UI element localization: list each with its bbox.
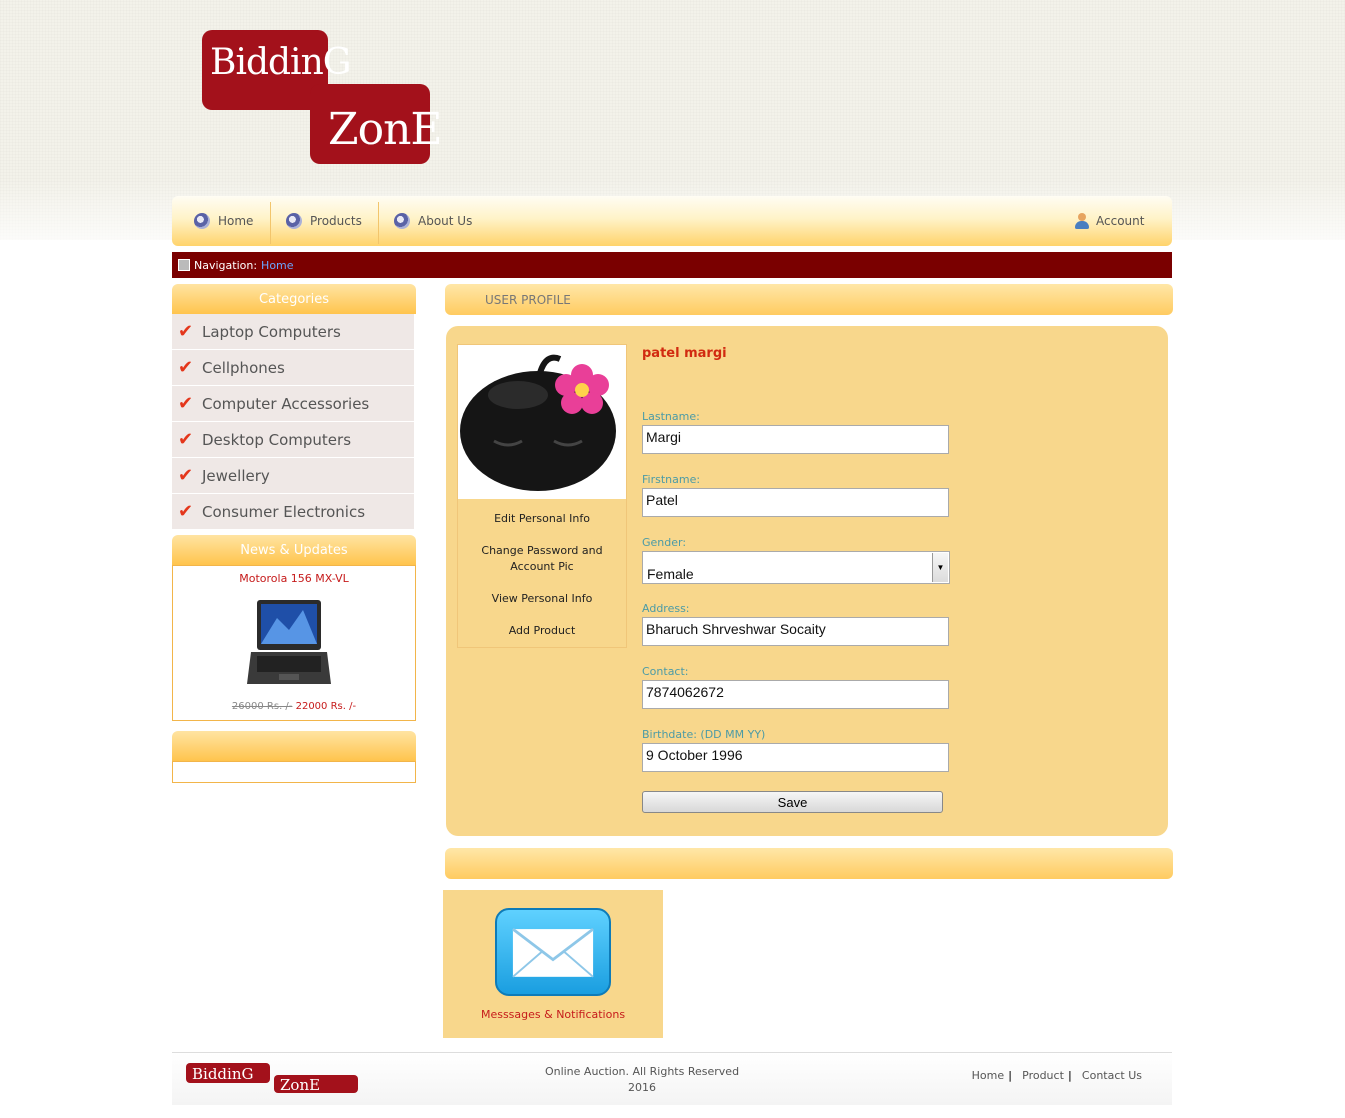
- category-label: Laptop Computers: [202, 322, 341, 341]
- change-password-link[interactable]: Change Password and Account Pic: [458, 543, 626, 575]
- category-label: Computer Accessories: [202, 394, 370, 413]
- contact-field[interactable]: 7874062672: [642, 680, 949, 709]
- checkmark-icon: ✔: [178, 465, 194, 486]
- footer-link-product[interactable]: Product: [1022, 1069, 1064, 1082]
- category-item[interactable]: ✔ Consumer Electronics: [172, 494, 414, 530]
- category-item[interactable]: ✔ Cellphones: [172, 350, 414, 386]
- birthdate-label: Birthdate: (DD MM YY): [642, 728, 766, 741]
- site-logo[interactable]: BiddinG ZonE: [200, 28, 443, 168]
- firstname-label: Firstname:: [642, 473, 701, 486]
- extra-panel-header: [172, 731, 416, 761]
- nav-about[interactable]: About Us: [394, 196, 472, 246]
- category-label: Cellphones: [202, 358, 285, 377]
- nav-home[interactable]: Home: [194, 196, 253, 246]
- breadcrumb-home-link[interactable]: Home: [261, 259, 293, 272]
- checkmark-icon: ✔: [178, 429, 194, 450]
- footer-logo-text2: ZonE: [280, 1076, 320, 1093]
- mail-icon[interactable]: [495, 908, 611, 996]
- breadcrumb-label: Navigation:: [194, 258, 258, 272]
- footer-divider: |: [1067, 1069, 1072, 1082]
- news-product-title[interactable]: Motorola 156 MX-VL: [173, 572, 415, 585]
- save-button[interactable]: Save: [642, 791, 943, 813]
- footer-link-home[interactable]: Home: [972, 1069, 1004, 1082]
- lastname-field[interactable]: Margi: [642, 425, 949, 454]
- nav-account[interactable]: Account: [1074, 196, 1144, 246]
- footer-copyright: Online Auction. All Rights Reserved: [544, 1065, 740, 1078]
- nav-products[interactable]: Products: [286, 196, 362, 246]
- breadcrumb: Navigation: Home: [172, 252, 1172, 278]
- contact-label: Contact:: [642, 665, 689, 678]
- logo-text-line1: BiddinG: [210, 42, 352, 83]
- profile-footer-bar: [445, 848, 1173, 879]
- laptop-image[interactable]: [247, 600, 331, 688]
- nav-about-label: About Us: [418, 214, 473, 228]
- news-card: Motorola 156 MX-VL 26000 Rs. /- 22000 Rs…: [172, 565, 416, 721]
- globe-icon: [286, 213, 302, 229]
- gender-select[interactable]: Female ▼: [642, 551, 950, 584]
- page-footer: BiddinG ZonE Online Auction. All Rights …: [172, 1052, 1172, 1105]
- messages-label[interactable]: Messsages & Notifications: [443, 1008, 663, 1021]
- profile-username: patel margi: [642, 346, 727, 361]
- extra-panel-body: [172, 761, 416, 783]
- category-item[interactable]: ✔ Desktop Computers: [172, 422, 414, 458]
- logo-text-line2: ZonE: [328, 104, 443, 155]
- birthdate-field[interactable]: 9 October 1996: [642, 743, 949, 772]
- lastname-label: Lastname:: [642, 410, 700, 423]
- footer-links: Home | Product | Contact Us: [972, 1069, 1142, 1082]
- address-label: Address:: [642, 602, 690, 615]
- profile-header: USER PROFILE: [445, 284, 1173, 315]
- footer-divider: |: [1008, 1069, 1013, 1082]
- add-product-link[interactable]: Add Product: [458, 623, 626, 639]
- footer-logo-text1: BiddinG: [192, 1065, 253, 1083]
- address-field[interactable]: Bharuch Shrveshwar Socaity: [642, 617, 949, 646]
- category-label: Jewellery: [202, 466, 270, 485]
- firstname-field[interactable]: Patel: [642, 488, 949, 517]
- category-label: Desktop Computers: [202, 430, 352, 449]
- edit-personal-info-link[interactable]: Edit Personal Info: [458, 511, 626, 527]
- category-label: Consumer Electronics: [202, 502, 366, 521]
- category-item[interactable]: ✔ Jewellery: [172, 458, 414, 494]
- categories-header: Categories: [172, 284, 416, 314]
- messages-box[interactable]: Messsages & Notifications: [443, 890, 663, 1038]
- checkmark-icon: ✔: [178, 393, 194, 414]
- category-item[interactable]: ✔ Laptop Computers: [172, 314, 414, 350]
- nav-divider: [378, 202, 379, 244]
- news-header: News & Updates: [172, 535, 416, 565]
- checkmark-icon: ✔: [178, 501, 194, 522]
- gender-selected-value: Female: [647, 566, 694, 582]
- category-item[interactable]: ✔ Computer Accessories: [172, 386, 414, 422]
- chevron-down-icon[interactable]: ▼: [932, 553, 948, 582]
- globe-icon: [394, 213, 410, 229]
- footer-link-contact[interactable]: Contact Us: [1082, 1069, 1142, 1082]
- footer-year: 2016: [628, 1081, 656, 1094]
- checkmark-icon: ✔: [178, 357, 194, 378]
- news-price: 26000 Rs. /- 22000 Rs. /-: [173, 701, 415, 712]
- nav-products-label: Products: [310, 214, 362, 228]
- new-price: 22000 Rs. /-: [295, 701, 357, 712]
- nav-account-label: Account: [1096, 214, 1145, 228]
- top-navigation: Home Products About Us Account: [172, 196, 1172, 246]
- footer-logo[interactable]: BiddinG ZonE: [184, 1061, 360, 1093]
- view-personal-info-link[interactable]: View Personal Info: [458, 591, 626, 607]
- profile-avatar[interactable]: [458, 345, 626, 499]
- gender-label: Gender:: [642, 536, 687, 549]
- nav-home-label: Home: [218, 214, 254, 228]
- user-icon: [1074, 213, 1090, 229]
- breadcrumb-icon: [178, 259, 190, 271]
- profile-sidebar: Edit Personal Info Change Password and A…: [457, 344, 627, 648]
- checkmark-icon: ✔: [178, 321, 194, 342]
- nav-divider: [270, 202, 271, 244]
- old-price: 26000 Rs. /-: [231, 701, 293, 712]
- globe-icon: [194, 213, 210, 229]
